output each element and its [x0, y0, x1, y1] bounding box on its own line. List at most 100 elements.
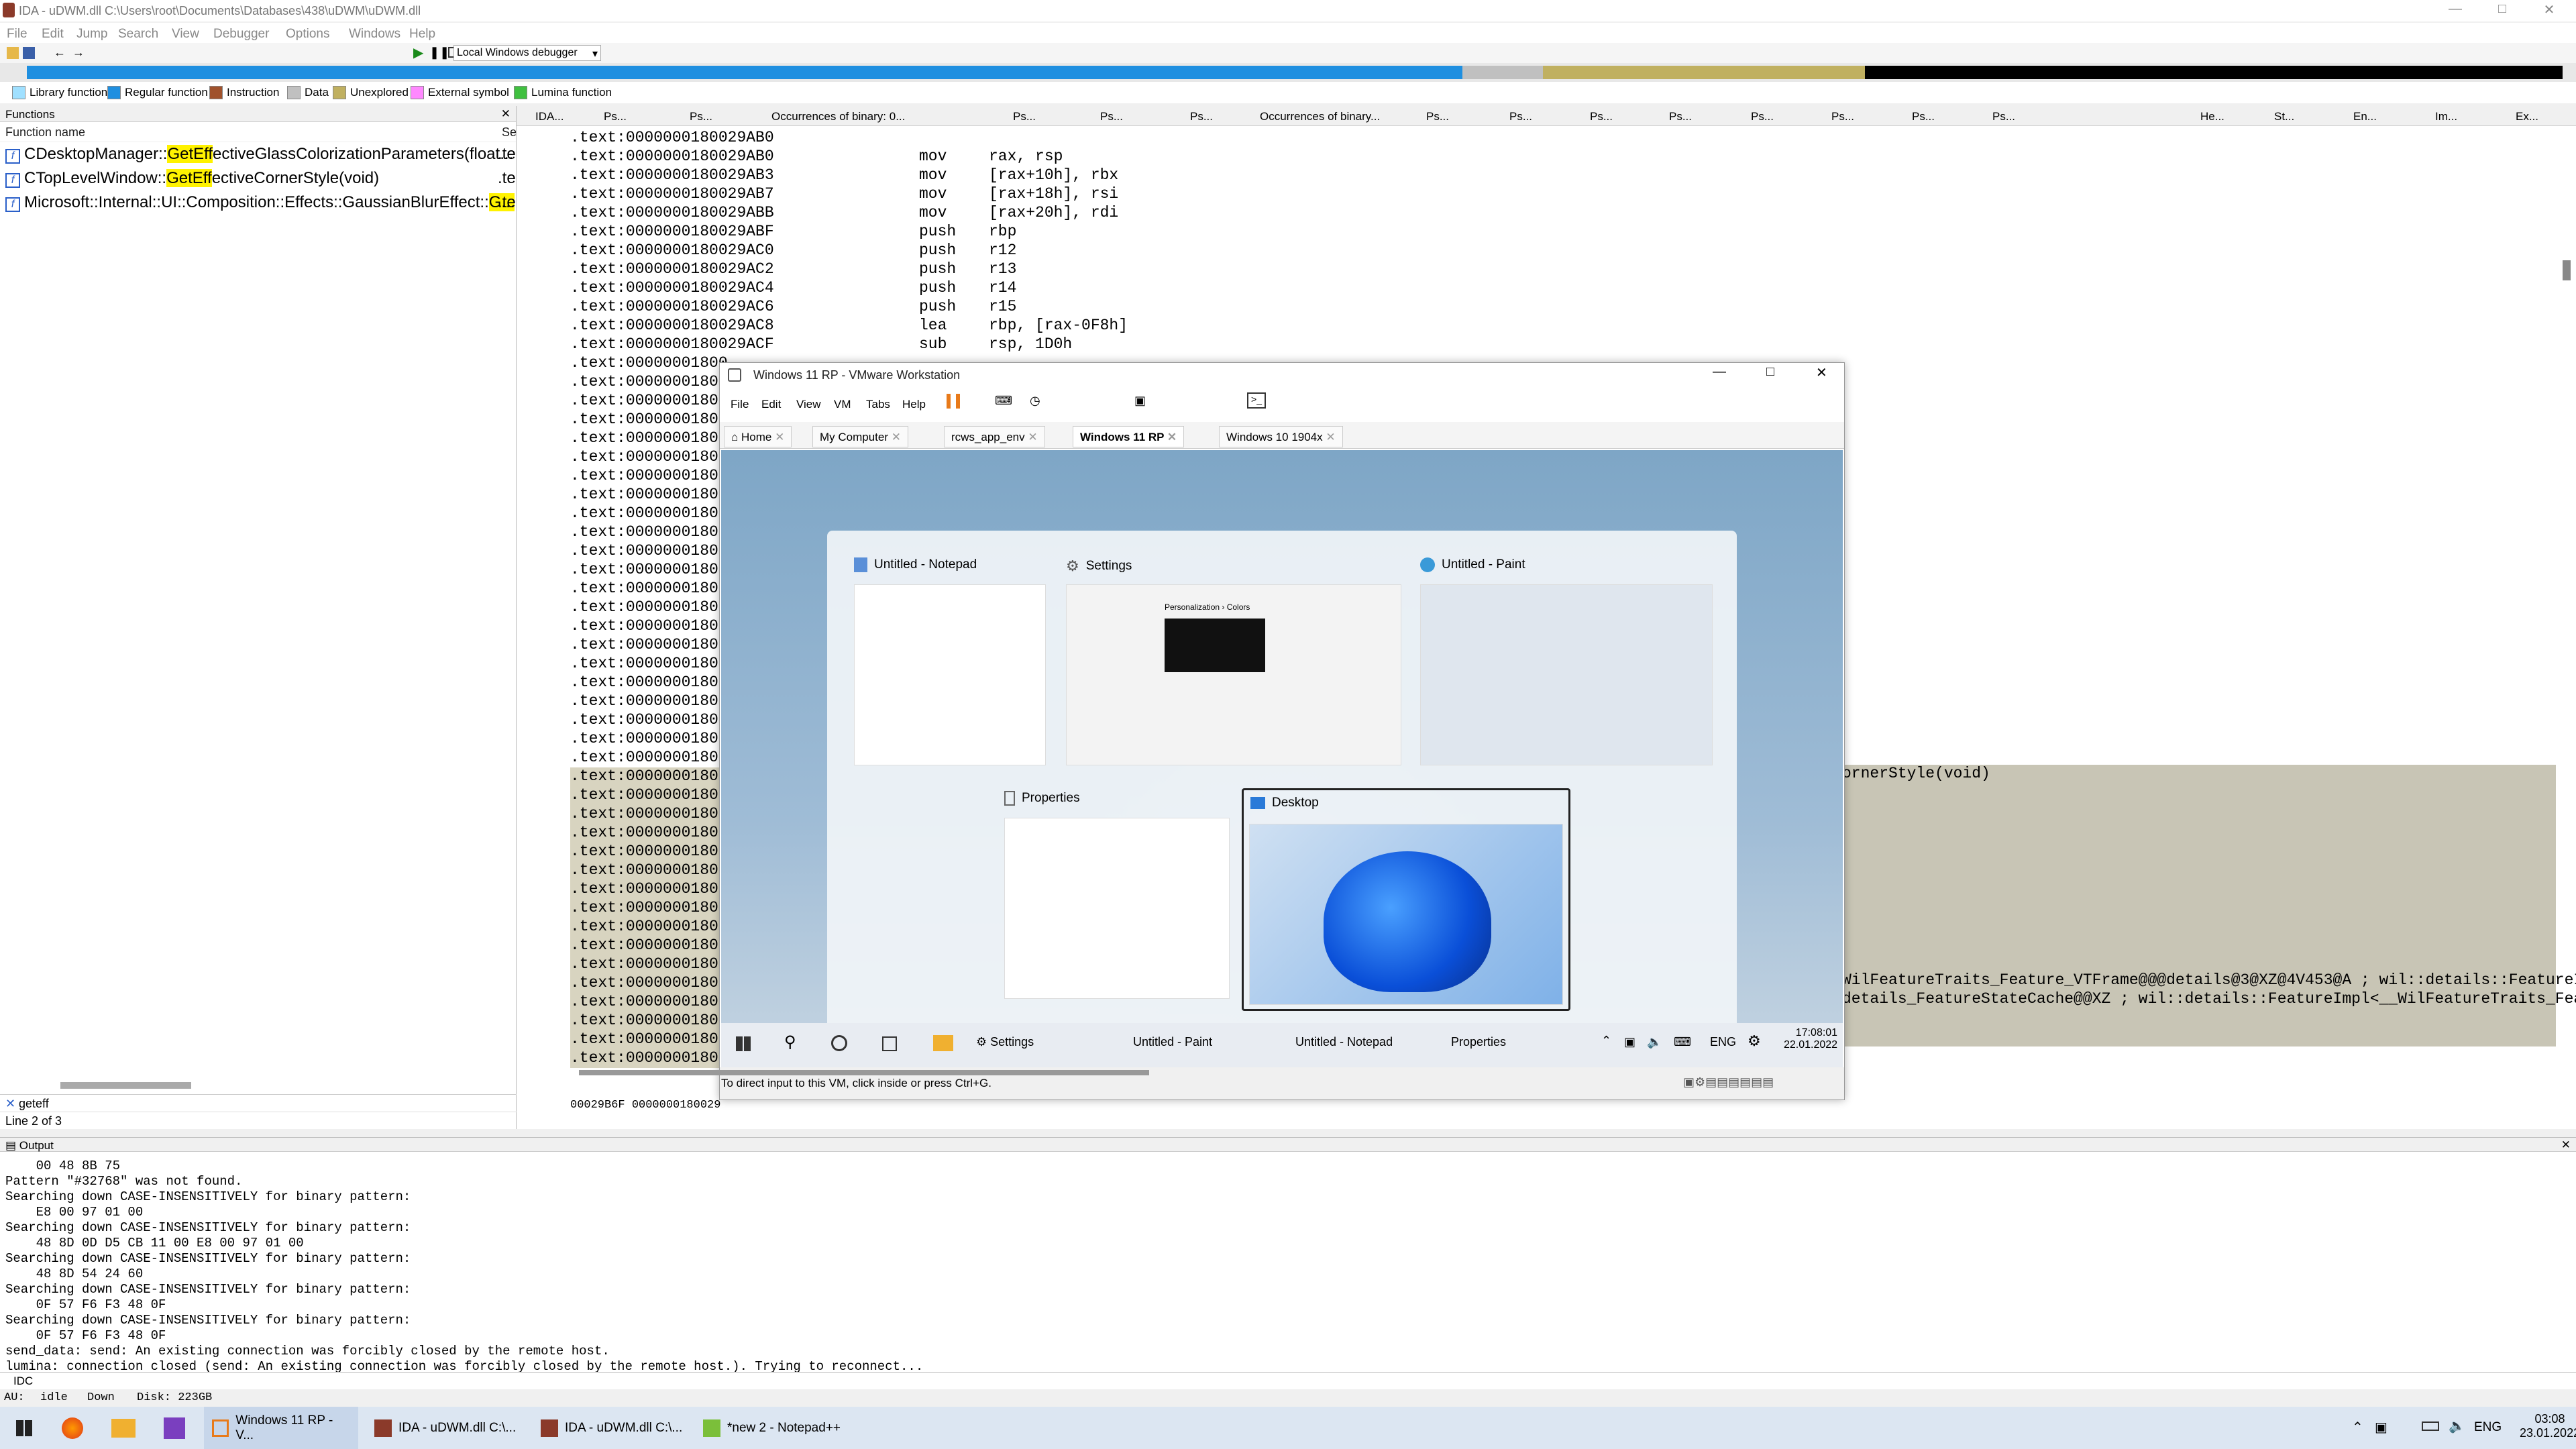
- windows-start-icon[interactable]: [16, 1420, 32, 1436]
- disasm-line[interactable]: .text:00000001800: [570, 899, 728, 918]
- keyboard-icon[interactable]: ⌨: [1674, 1035, 1691, 1049]
- filter-input[interactable]: [19, 1096, 488, 1111]
- tab-close-icon[interactable]: ✕: [1326, 431, 1335, 443]
- tab-close-icon[interactable]: ✕: [1167, 431, 1177, 443]
- disasm-line[interactable]: .text:0000000180029AB0 mov rax, rsp: [570, 148, 1063, 166]
- vm-menu-file[interactable]: File: [731, 398, 749, 411]
- nav-data[interactable]: [1462, 66, 1543, 79]
- disasm-line[interactable]: .text:00000001800: [570, 843, 728, 861]
- snapshot-icon[interactable]: ◷: [1030, 394, 1040, 408]
- taskbar-clock[interactable]: 03:08 23.01.2022: [2520, 1412, 2576, 1440]
- tab-occurrences[interactable]: Occurrences of binary...: [1260, 110, 1380, 123]
- disasm-line[interactable]: .text:0000000180029AC8 lea rbp, [rax-0F8h]: [570, 317, 1128, 335]
- tab-pseudocode[interactable]: Ps...: [1751, 110, 1774, 123]
- tab-imports[interactable]: Im...: [2435, 110, 2457, 123]
- tab-pseudocode[interactable]: Ps...: [1190, 110, 1213, 123]
- vm-menu-help[interactable]: Help: [902, 398, 926, 411]
- tab-close-icon[interactable]: ✕: [1028, 431, 1037, 443]
- tab-enums[interactable]: En...: [2353, 110, 2377, 123]
- vm-send-keys-icon[interactable]: ⌨: [995, 394, 1012, 408]
- disasm-line[interactable]: .text:0000000180029AC6 push r15: [570, 298, 1016, 317]
- output-close-icon[interactable]: ✕: [2561, 1138, 2571, 1152]
- tray-chevron-up-icon[interactable]: ⌃: [2352, 1419, 2363, 1436]
- disasm-line[interactable]: .text:00000001800: [570, 561, 728, 580]
- vertical-scrollbar[interactable]: [2563, 260, 2571, 280]
- menu-file[interactable]: File: [7, 27, 28, 42]
- vm-pause-icon[interactable]: [947, 394, 960, 409]
- idc-button[interactable]: IDC: [13, 1375, 33, 1388]
- tab-ida-view[interactable]: IDA...: [535, 110, 564, 123]
- alttab-card-desktop[interactable]: Desktop: [1242, 788, 1570, 1011]
- minimize-icon[interactable]: —: [2435, 1, 2475, 20]
- guest-gear-icon[interactable]: ⚙: [1748, 1032, 1761, 1050]
- disasm-line[interactable]: .text:00000001800: [570, 411, 728, 429]
- tab-pseudocode[interactable]: Ps...: [690, 110, 712, 123]
- tab-pseudocode[interactable]: Ps...: [1426, 110, 1449, 123]
- tab-occurrences[interactable]: Occurrences of binary: 0...: [771, 110, 905, 123]
- firefox-icon[interactable]: [62, 1417, 83, 1439]
- tab-close-icon[interactable]: ✕: [775, 431, 784, 443]
- vm-tab-windows-10[interactable]: Windows 10 1904x ✕: [1219, 426, 1343, 447]
- function-row[interactable]: f CDesktopManager::GetEffectiveGlassColor…: [0, 142, 516, 166]
- disasm-line[interactable]: .text:00000001800: [570, 486, 728, 504]
- vmware-window[interactable]: Windows 11 RP - VMware Workstation — □ ✕…: [579, 362, 1845, 1100]
- vm-menu-tabs[interactable]: Tabs: [866, 398, 890, 411]
- guest-task-settings[interactable]: ⚙ Settings: [976, 1035, 1034, 1049]
- disasm-line[interactable]: .text:00000001800: [570, 974, 728, 993]
- file-explorer-icon[interactable]: [933, 1035, 953, 1051]
- tab-close-icon[interactable]: ✕: [892, 431, 901, 443]
- tab-pseudocode[interactable]: Ps...: [604, 110, 627, 123]
- vm-tab-home[interactable]: ⌂ Home ✕: [724, 426, 792, 447]
- vm-tab-my-computer[interactable]: My Computer ✕: [812, 426, 909, 447]
- disasm-line[interactable]: .text:00000001800: [570, 1049, 728, 1068]
- disasm-line[interactable]: .text:00000001800: [570, 749, 728, 767]
- save-icon[interactable]: [23, 47, 35, 59]
- disasm-line[interactable]: .text:00000001800: [570, 1012, 728, 1030]
- disasm-line[interactable]: .text:00000001800: [570, 504, 728, 523]
- disasm-line[interactable]: .text:00000001800: [570, 730, 728, 749]
- taskbar-item-notepadpp[interactable]: *new 2 - Notepad++: [695, 1407, 853, 1449]
- fullscreen-icon[interactable]: ▣: [1134, 394, 1146, 408]
- tab-hex[interactable]: He...: [2200, 110, 2224, 123]
- open-icon[interactable]: [7, 47, 19, 59]
- navigation-band[interactable]: [0, 63, 2576, 82]
- menu-jump[interactable]: Jump: [76, 27, 107, 42]
- nav-regular-functions[interactable]: [27, 66, 1462, 79]
- cortana-icon[interactable]: [831, 1035, 847, 1051]
- menu-help[interactable]: Help: [409, 27, 435, 42]
- disasm-line[interactable]: .text:00000001800: [570, 392, 728, 411]
- vm-tab-windows-11[interactable]: Windows 11 RP ✕: [1073, 426, 1185, 447]
- visual-studio-icon[interactable]: [164, 1417, 185, 1439]
- guest-screen[interactable]: Untitled - Notepad ⚙ Settings Personaliza…: [721, 450, 1843, 1067]
- tab-pseudocode[interactable]: Ps...: [1831, 110, 1854, 123]
- panel-close-icon[interactable]: ✕: [501, 107, 511, 121]
- disasm-line[interactable]: .text:0000000180029AC2 push r13: [570, 260, 1016, 279]
- disasm-line[interactable]: .text:00000001800: [570, 767, 728, 786]
- vm-close-icon[interactable]: ✕: [1816, 364, 1827, 381]
- disasm-line[interactable]: .text:00000001800: [570, 918, 728, 936]
- menu-debugger[interactable]: Debugger: [213, 27, 269, 42]
- taskbar-item-ida[interactable]: IDA - uDWM.dll C:\...: [366, 1407, 525, 1449]
- disasm-line[interactable]: .text:00000001800: [570, 580, 728, 598]
- vm-menu-vm[interactable]: VM: [834, 398, 851, 411]
- filter-close-icon[interactable]: ✕: [5, 1097, 15, 1110]
- windows-start-icon[interactable]: [736, 1036, 751, 1051]
- menu-windows[interactable]: Windows: [349, 27, 400, 42]
- menu-search[interactable]: Search: [118, 27, 158, 42]
- guest-language[interactable]: ENG: [1710, 1035, 1736, 1049]
- nav-external[interactable]: [1865, 66, 2563, 79]
- disasm-line[interactable]: .text:00000001800: [570, 711, 728, 730]
- disasm-line[interactable]: .text:00000001800: [570, 429, 728, 448]
- disasm-line[interactable]: .text:00000001800: [570, 467, 728, 486]
- task-view-icon[interactable]: [882, 1036, 897, 1051]
- disasm-line[interactable]: .text:0000000180029AB0: [570, 129, 774, 148]
- volume-icon[interactable]: 🔈: [1647, 1035, 1662, 1049]
- debugger-select[interactable]: Local Windows debugger ▾: [453, 45, 601, 61]
- disasm-line[interactable]: .text:00000001800: [570, 636, 728, 655]
- maximize-icon[interactable]: □: [2482, 1, 2522, 20]
- vm-maximize-icon[interactable]: □: [1766, 364, 1774, 380]
- disasm-line[interactable]: .text:00000001800: [570, 523, 728, 542]
- taskbar-language[interactable]: ENG: [2474, 1420, 2502, 1435]
- disasm-line[interactable]: .text:00000001800: [570, 955, 728, 974]
- alttab-card-properties[interactable]: Properties: [1004, 791, 1232, 1006]
